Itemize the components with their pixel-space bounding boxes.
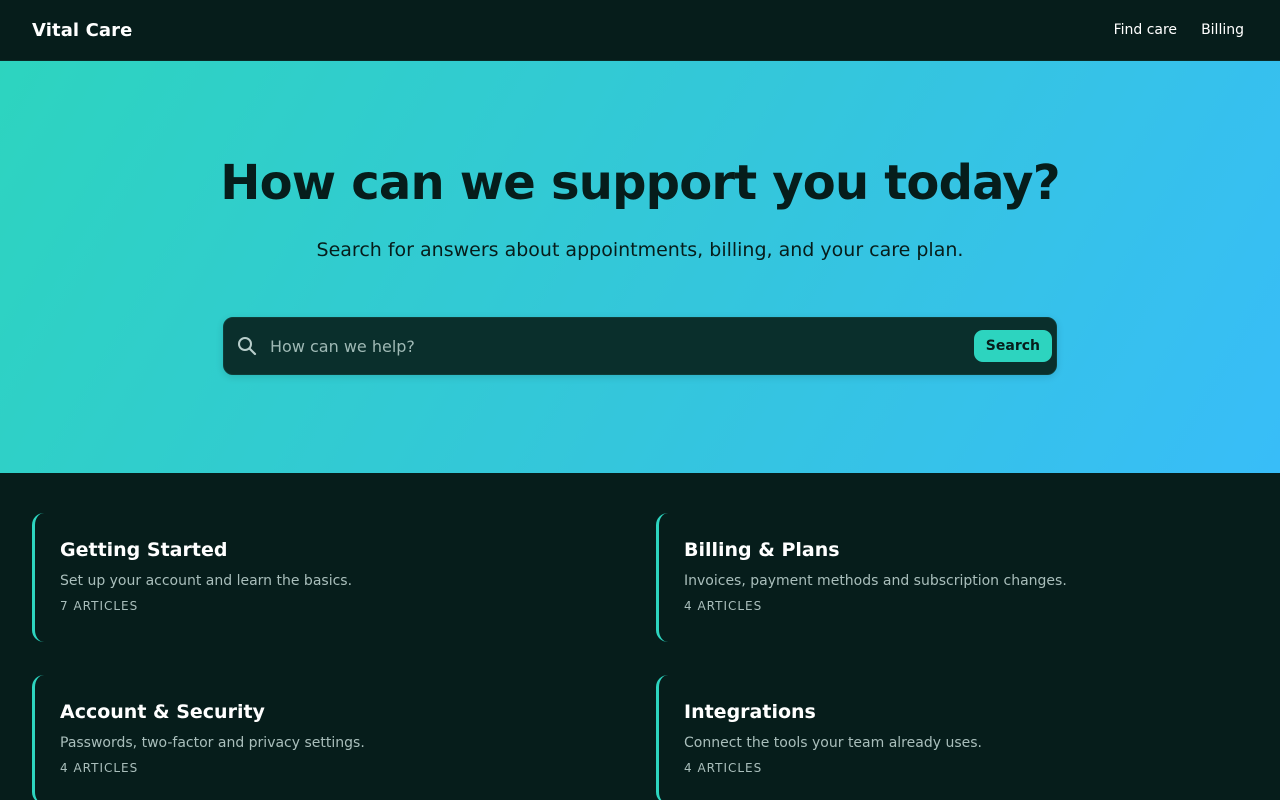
hero-title: How can we support you today? — [220, 155, 1060, 211]
hero-section: How can we support you today? Search for… — [0, 61, 1280, 473]
category-card-billing-plans[interactable]: Billing & Plans Invoices, payment method… — [656, 513, 1248, 642]
category-card-integrations[interactable]: Integrations Connect the tools your team… — [656, 675, 1248, 800]
top-nav-bar: Vital Care Find care Billing — [0, 0, 1280, 61]
category-description: Connect the tools your team already uses… — [684, 735, 982, 751]
category-card-account-security[interactable]: Account & Security Passwords, two-factor… — [32, 675, 624, 800]
category-title: Getting Started — [60, 539, 228, 561]
main-nav: Find care Billing — [1114, 22, 1244, 38]
search-icon — [236, 335, 258, 357]
category-title: Billing & Plans — [684, 539, 840, 561]
hero-subtitle: Search for answers about appointments, b… — [316, 239, 964, 261]
category-article-count: 4 ARTICLES — [684, 761, 763, 775]
nav-link-billing[interactable]: Billing — [1201, 22, 1244, 38]
category-card-getting-started[interactable]: Getting Started Set up your account and … — [32, 513, 624, 642]
category-grid: Getting Started Set up your account and … — [0, 473, 1280, 800]
search-button[interactable]: Search — [973, 330, 1052, 362]
search-bar: Search — [223, 317, 1057, 375]
category-title: Account & Security — [60, 701, 265, 723]
category-article-count: 4 ARTICLES — [684, 599, 763, 613]
nav-link-find-care[interactable]: Find care — [1114, 22, 1177, 38]
search-input[interactable] — [258, 336, 974, 356]
category-title: Integrations — [684, 701, 816, 723]
brand-logo[interactable]: Vital Care — [32, 20, 132, 41]
category-article-count: 4 ARTICLES — [60, 761, 139, 775]
category-article-count: 7 ARTICLES — [60, 599, 139, 613]
category-description: Passwords, two-factor and privacy settin… — [60, 735, 365, 751]
category-description: Invoices, payment methods and subscripti… — [684, 573, 1067, 589]
category-description: Set up your account and learn the basics… — [60, 573, 353, 589]
